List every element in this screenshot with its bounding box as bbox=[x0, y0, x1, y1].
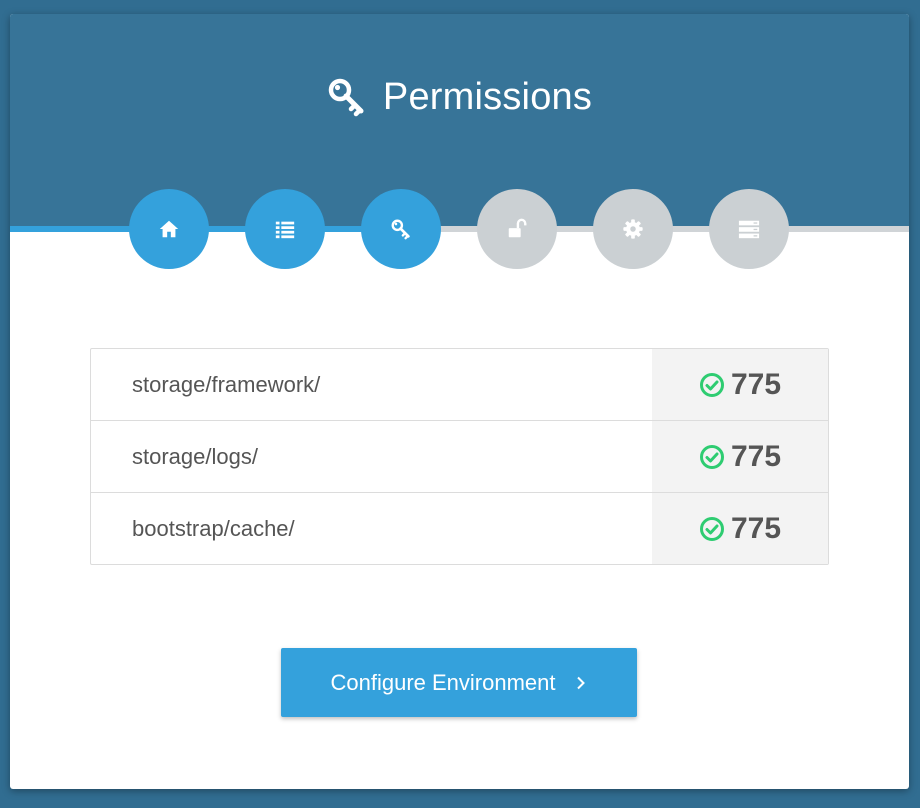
permission-folder: storage/logs/ bbox=[132, 443, 258, 469]
permission-folder: bootstrap/cache/ bbox=[132, 515, 295, 541]
permission-row: storage/logs/ 775 bbox=[91, 420, 828, 492]
home-icon bbox=[159, 220, 179, 238]
step-home[interactable] bbox=[129, 189, 209, 269]
permission-status: 775 bbox=[652, 493, 828, 564]
installer-card: Permissions storage/framework/ 775 stora… bbox=[10, 14, 909, 789]
configure-environment-button[interactable]: Configure Environment bbox=[281, 648, 637, 717]
list-icon bbox=[275, 221, 295, 239]
permission-status: 775 bbox=[652, 421, 828, 492]
permission-value: 775 bbox=[730, 439, 782, 473]
chevron-right-icon bbox=[576, 676, 585, 689]
permission-value: 775 bbox=[730, 511, 782, 545]
step-indicator bbox=[10, 189, 909, 269]
step-environment[interactable] bbox=[477, 189, 557, 269]
check-circle-icon bbox=[699, 444, 724, 469]
permission-status: 775 bbox=[652, 349, 828, 420]
title-text: Permissions bbox=[382, 75, 593, 118]
step-settings[interactable] bbox=[593, 189, 673, 269]
key-icon bbox=[328, 78, 364, 117]
permission-row: storage/framework/ 775 bbox=[91, 349, 828, 420]
check-circle-icon bbox=[699, 372, 724, 397]
check-circle-icon bbox=[699, 516, 724, 541]
key-icon bbox=[391, 219, 410, 240]
server-icon bbox=[738, 220, 760, 239]
step-requirements[interactable] bbox=[245, 189, 325, 269]
button-label: Configure Environment bbox=[330, 669, 556, 695]
page-title: Permissions bbox=[10, 72, 909, 122]
permission-folder: storage/framework/ bbox=[132, 371, 321, 397]
gear-icon bbox=[623, 219, 643, 239]
permission-value: 775 bbox=[730, 367, 782, 401]
step-permissions[interactable] bbox=[361, 189, 441, 269]
permissions-table: storage/framework/ 775 storage/logs/ 775… bbox=[90, 348, 829, 565]
step-server[interactable] bbox=[709, 189, 789, 269]
permission-row: bootstrap/cache/ 775 bbox=[91, 492, 828, 564]
unlock-icon bbox=[508, 218, 527, 238]
